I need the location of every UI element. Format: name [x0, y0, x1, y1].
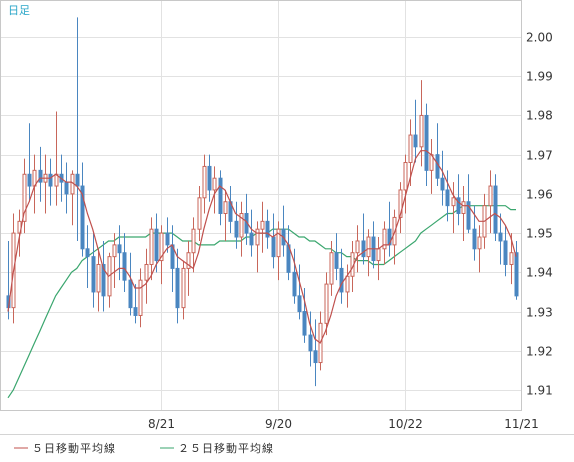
- candle-body: [85, 248, 90, 258]
- candle-body: [91, 256, 96, 293]
- candle-body: [149, 228, 154, 265]
- candle-body: [197, 197, 202, 230]
- candle-body: [122, 252, 127, 281]
- candle-body: [202, 165, 207, 199]
- candle-body: [477, 236, 482, 250]
- candle-body: [451, 197, 456, 207]
- y-tick-label: 1.98: [526, 109, 553, 123]
- y-tick-label: 2.00: [526, 31, 553, 45]
- candle-body: [361, 240, 366, 258]
- candle-body: [445, 189, 450, 207]
- y-tick-label: 1.97: [526, 149, 553, 163]
- candle-body: [345, 275, 350, 293]
- candle-body: [324, 283, 329, 324]
- candle-body: [355, 240, 360, 254]
- candle-body: [514, 252, 519, 297]
- candle-body: [255, 228, 260, 246]
- y-tick-label: 1.94: [526, 266, 553, 280]
- x-tick-label: 9/20: [265, 417, 292, 431]
- candle-body: [329, 252, 334, 285]
- x-tick-label: 8/21: [148, 417, 175, 431]
- candle-body: [308, 334, 313, 352]
- candle-body: [191, 228, 196, 254]
- legend-label-ma25: ２５日移動平均線: [178, 441, 274, 455]
- candle-body: [218, 177, 223, 214]
- candle-body: [493, 185, 498, 234]
- candle-body: [75, 173, 80, 187]
- legend-label-ma5: ５日移動平均線: [32, 441, 116, 455]
- candle-body: [503, 240, 508, 265]
- candle-body: [138, 279, 143, 316]
- y-tick-label: 1.91: [526, 384, 553, 398]
- candle-body: [223, 201, 228, 215]
- candle-body: [403, 162, 408, 191]
- y-tick-label: 1.93: [526, 306, 553, 320]
- candle-body: [376, 248, 381, 262]
- candle-body: [117, 244, 122, 254]
- candle-body: [339, 267, 344, 293]
- candle-body: [271, 236, 276, 258]
- candle-body: [461, 201, 466, 215]
- candle-body: [64, 181, 69, 195]
- candle-body: [408, 134, 413, 164]
- x-tick-label: 11/21: [504, 417, 539, 431]
- candle-body: [212, 177, 217, 191]
- y-tick-label: 1.92: [526, 345, 553, 359]
- candle-body: [366, 236, 371, 258]
- candlestick-chart: 2.00 1.99 1.98 1.97 1.96 1.95 1.94 1.93 1.92 1.91…: [0, 0, 574, 462]
- candle-body: [297, 295, 302, 313]
- candle-body: [27, 173, 32, 187]
- candle-body: [509, 252, 514, 265]
- candle-body: [207, 165, 212, 191]
- candle-body: [472, 228, 477, 250]
- candle-body: [181, 267, 186, 309]
- y-tick-label: 1.99: [526, 70, 553, 84]
- y-tick-label: 1.95: [526, 227, 553, 241]
- candle-body: [440, 177, 445, 191]
- chart-background: [0, 0, 574, 462]
- x-tick-label: 10/22: [388, 417, 423, 431]
- candle-body: [302, 311, 307, 336]
- candle-body: [488, 185, 493, 207]
- candle-body: [234, 220, 239, 238]
- candle-body: [313, 350, 318, 364]
- candle-body: [175, 267, 180, 309]
- candle-body: [260, 220, 265, 230]
- candle-body: [96, 263, 101, 293]
- candle-body: [382, 228, 387, 250]
- candle-body: [165, 232, 170, 246]
- candle-body: [144, 263, 149, 281]
- candle-body: [38, 169, 43, 183]
- candle-body: [419, 114, 424, 148]
- legend-item-ma25: ２５日移動平均線: [160, 441, 274, 455]
- candle-body: [154, 228, 159, 262]
- candle-body: [424, 114, 429, 171]
- candle-body: [112, 244, 117, 258]
- chart-canvas: 2.00 1.99 1.98 1.97 1.96 1.95 1.94 1.93 1.92 1.91…: [0, 0, 574, 462]
- candle-body: [498, 232, 503, 242]
- period-label: 日足: [8, 4, 30, 17]
- candle-body: [334, 252, 339, 269]
- candle-body: [292, 271, 297, 297]
- candle-body: [249, 232, 254, 246]
- candle-body: [133, 307, 138, 316]
- candle-body: [128, 279, 133, 309]
- candle-body: [413, 134, 418, 148]
- y-tick-label: 1.96: [526, 188, 553, 202]
- candle-body: [48, 173, 53, 187]
